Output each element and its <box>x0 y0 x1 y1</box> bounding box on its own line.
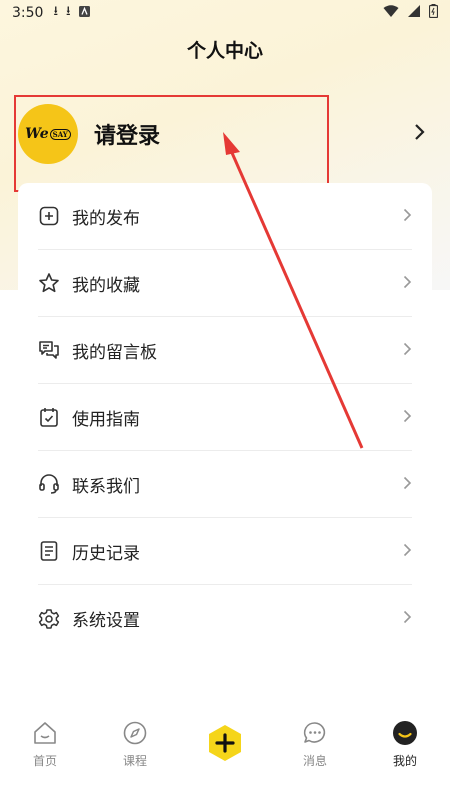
wifi-icon <box>383 4 399 22</box>
menu-item-favorites[interactable]: 我的收藏 <box>38 250 412 317</box>
avatar-logo-badge: SAY <box>49 128 71 140</box>
add-icon[interactable] <box>206 724 244 762</box>
message-board-icon <box>38 339 60 361</box>
tab-label: 首页 <box>32 754 57 768</box>
app-notification-icon <box>78 5 90 21</box>
menu-item-label: 历史记录 <box>72 543 140 564</box>
menu-item-user-guide[interactable]: 使用指南 <box>38 384 412 451</box>
star-icon <box>38 272 60 294</box>
tab-profile[interactable]: 我的 <box>370 720 440 769</box>
profile-icon <box>392 720 418 746</box>
chevron-right-icon <box>403 340 412 361</box>
document-icon <box>38 540 60 562</box>
gear-icon <box>38 608 60 630</box>
battery-icon <box>428 4 439 22</box>
menu-item-label: 我的留言板 <box>72 342 157 363</box>
chevron-right-icon <box>403 541 412 562</box>
chevron-right-icon <box>403 608 412 629</box>
menu-item-label: 我的发布 <box>72 208 140 229</box>
chevron-right-icon <box>403 407 412 428</box>
signal-icon <box>407 4 421 22</box>
page-title: 个人中心 <box>186 40 263 62</box>
login-entry[interactable]: We SAY 请登录 <box>18 100 438 168</box>
status-time: 3:50 <box>12 5 44 21</box>
chevron-right-icon[interactable] <box>414 122 426 147</box>
menu-item-message-board[interactable]: 我的留言板 <box>38 317 412 384</box>
tab-label: 我的 <box>392 754 417 768</box>
menu-item-label: 使用指南 <box>72 409 140 430</box>
bottom-tab-bar: 首页 课程 消息 我的 <box>0 710 450 800</box>
chevron-right-icon <box>403 474 412 495</box>
login-label[interactable]: 请登录 <box>94 118 160 150</box>
menu-item-contact-us[interactable]: 联系我们 <box>38 451 412 518</box>
tab-messages[interactable]: 消息 <box>280 720 350 769</box>
avatar-logo-text: We <box>25 126 49 142</box>
avatar[interactable]: We SAY <box>18 104 78 164</box>
menu-item-label: 联系我们 <box>72 476 140 497</box>
calendar-check-icon <box>38 406 60 428</box>
chat-icon <box>302 720 328 746</box>
download-icon: ⭳ <box>66 4 71 19</box>
tab-label: 课程 <box>122 754 147 768</box>
menu-item-label: 系统设置 <box>72 611 140 631</box>
tab-courses[interactable]: 课程 <box>100 720 170 769</box>
status-bar: 3:50 ⭳ ⭳ <box>0 0 450 26</box>
tab-label: 消息 <box>302 754 327 768</box>
menu-item-my-posts[interactable]: 我的发布 <box>38 183 412 250</box>
download-icon: ⭳ <box>53 4 59 19</box>
menu-item-history[interactable]: 历史记录 <box>38 518 412 585</box>
tab-add[interactable] <box>190 720 260 762</box>
chevron-right-icon <box>403 273 412 294</box>
menu-card: 我的发布 我的收藏 我的留言板 使用指南 联系我们 历史记录 系统设置 <box>18 183 432 653</box>
compass-icon <box>122 720 148 746</box>
chevron-right-icon <box>403 206 412 227</box>
plus-square-icon <box>38 205 60 227</box>
headset-icon <box>38 473 60 495</box>
menu-item-label: 我的收藏 <box>72 275 140 296</box>
menu-item-settings[interactable]: 系统设置 <box>38 585 412 652</box>
tab-home[interactable]: 首页 <box>10 720 80 769</box>
home-icon <box>32 720 58 746</box>
